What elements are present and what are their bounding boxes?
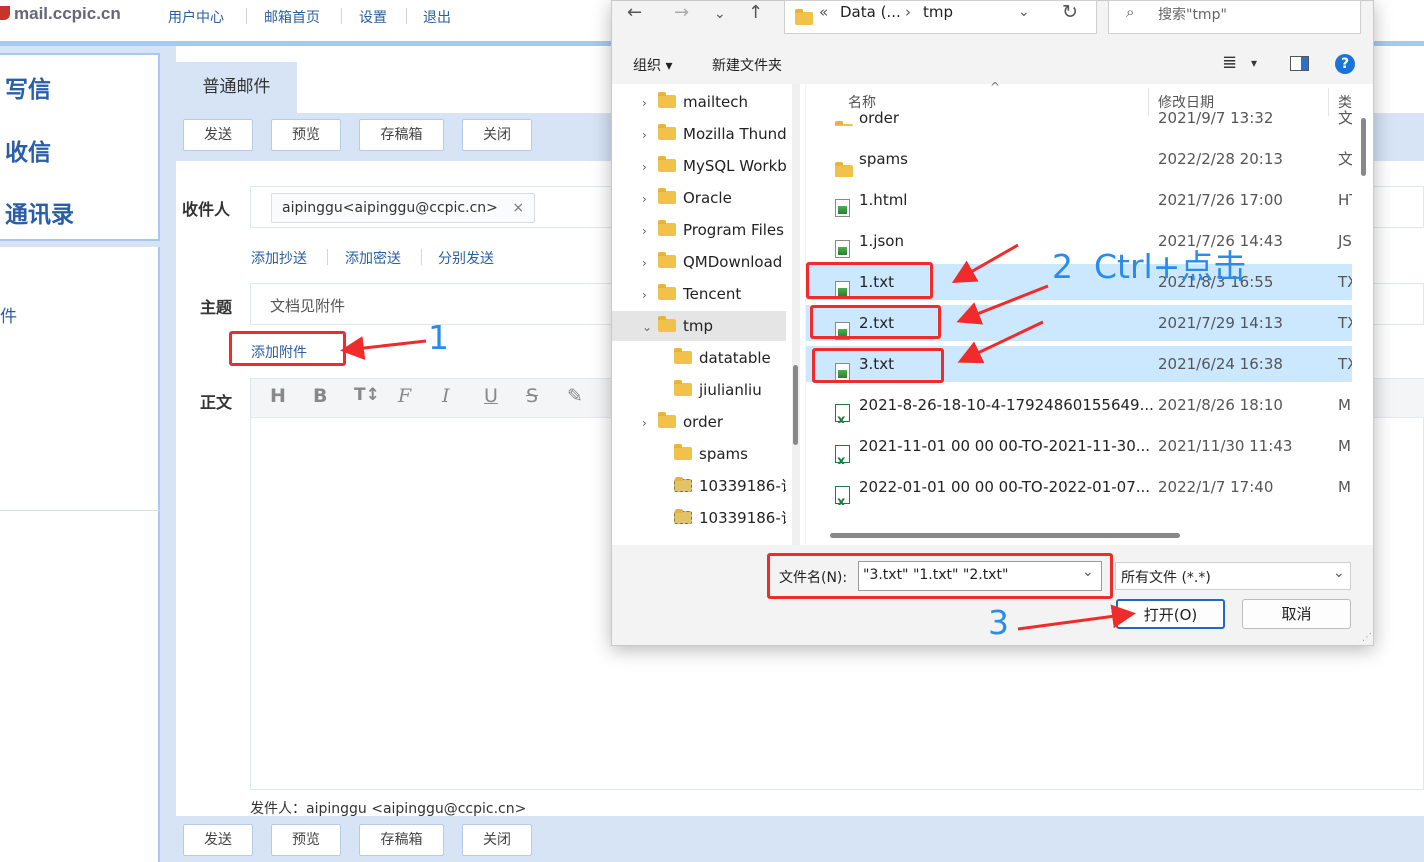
- arrow-step2b: [956, 284, 1049, 325]
- arrow-step1: [340, 336, 427, 360]
- annotation-arrows: [340, 243, 1136, 631]
- arrow-step2a: [951, 243, 1019, 283]
- annotation-step2: 2 Ctrl+点击: [1052, 247, 1247, 286]
- arrow-step3: [1017, 604, 1136, 631]
- annotation-step3: 3: [988, 603, 1009, 642]
- annotation-step1: 1: [428, 318, 449, 357]
- arrow-step2c: [957, 320, 1044, 364]
